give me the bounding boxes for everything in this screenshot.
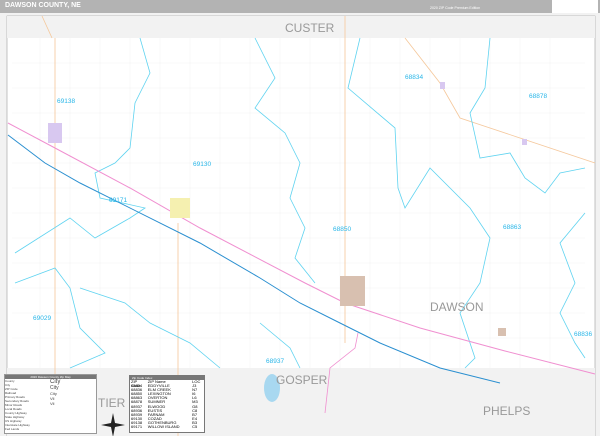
zip-label: 68836 xyxy=(574,331,592,338)
county-label-dawson: DAWSON xyxy=(430,300,484,314)
cozad-city xyxy=(170,198,190,218)
legend-item: Fed Lands xyxy=(5,427,20,431)
zip-label: 69171 xyxy=(109,197,127,204)
zip-label: 68878 xyxy=(529,93,547,100)
table-cell: WILLOW ISLAND xyxy=(147,424,180,430)
lexington-city xyxy=(340,276,365,306)
sumner-city xyxy=(522,139,527,145)
county-label-gosper: GOSPER xyxy=(276,373,328,387)
gothenburg-city xyxy=(48,123,62,143)
edition-label: 2020 ZIP Code Premium Edition xyxy=(430,6,481,10)
table-cell: C5 xyxy=(192,424,198,430)
zip-label: 69130 xyxy=(193,161,211,168)
zip-label: 68937 xyxy=(266,358,284,365)
zip-label: 68850 xyxy=(333,226,351,233)
zip-code-table: Zip Code Index ZIP Code ZIP Name LOC 68834… xyxy=(129,375,205,433)
zip-label: 69138 xyxy=(57,98,75,105)
county-map[interactable]: CUSTER DAWSON GOSPER PHELPS TIER 69138 6… xyxy=(0,13,600,436)
county-label-phelps: PHELPS xyxy=(483,404,530,418)
dawson-county-area xyxy=(12,38,585,368)
table-row: 69171 WILLOW ISLAND C5 xyxy=(130,424,204,430)
publisher-logo xyxy=(552,0,598,13)
header-bar: DAWSON COUNTY, NE 2020 ZIP Code Premium … xyxy=(0,0,600,13)
eddyville-city xyxy=(440,82,445,89)
zip-label: 69029 xyxy=(33,315,51,322)
overton-city xyxy=(498,328,506,336)
county-label-frontier: TIER xyxy=(98,396,126,410)
legend-city-label: Vil xyxy=(50,401,55,406)
table-cell: 69171 xyxy=(131,424,143,430)
map-title: DAWSON COUNTY, NE xyxy=(5,2,81,9)
zip-label: 68863 xyxy=(503,224,521,231)
county-label-custer: CUSTER xyxy=(285,21,335,35)
zip-label: 68834 xyxy=(405,74,423,81)
map-legend: 2020 Dawson County Zip Map County City Z… xyxy=(4,374,97,434)
